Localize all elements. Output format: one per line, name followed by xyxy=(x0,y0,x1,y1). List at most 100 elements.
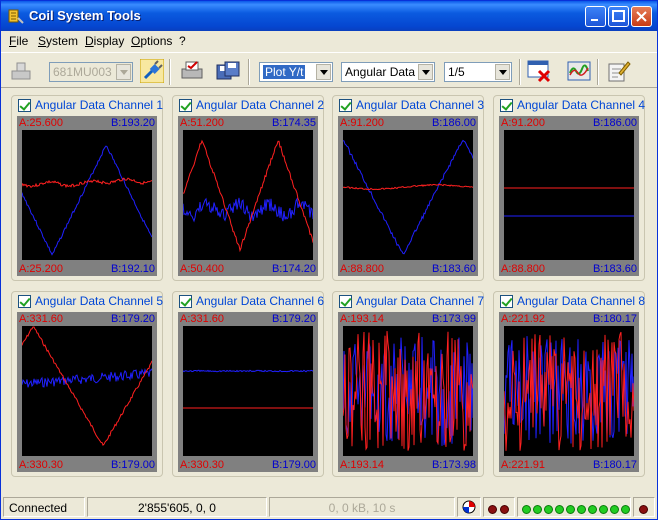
edit-notes-icon[interactable] xyxy=(607,59,631,83)
b-min-label: B:174.20 xyxy=(271,263,316,275)
b-min-label: B:173.98 xyxy=(431,459,476,471)
channel-plot: A:25.600 B:193.20 A:25.200 B:192.10 xyxy=(17,116,157,276)
menu-options[interactable]: Options xyxy=(131,34,172,48)
b-trace-line xyxy=(343,139,473,255)
clear-plot-icon[interactable] xyxy=(527,59,551,83)
device-select[interactable]: 681MU003 xyxy=(49,62,133,82)
channel-enable-checkbox[interactable] xyxy=(339,99,352,112)
pie-status-icon xyxy=(462,500,476,514)
channel-enable-checkbox[interactable] xyxy=(179,295,192,308)
waveform-settings-icon[interactable] xyxy=(567,59,591,83)
menu-help[interactable]: ? xyxy=(179,34,186,48)
channel-title[interactable]: Angular Data Channel 2 xyxy=(196,98,324,112)
menu-display[interactable]: Display xyxy=(85,34,124,48)
a-max-label: A:193.14 xyxy=(340,313,385,325)
b-max-label: B:179.20 xyxy=(271,313,316,325)
transfer-status: 0, 0 kB, 10 s xyxy=(269,497,455,517)
b-min-label: B:179.00 xyxy=(271,459,316,471)
chevron-down-icon xyxy=(316,64,331,80)
a-min-label: A:50.400 xyxy=(180,263,225,275)
led-indicator xyxy=(544,505,553,514)
toolbar-separator xyxy=(169,59,171,85)
channel-panel: Angular Data Channel 3 A:91.200 B:186.00 A:… xyxy=(332,95,484,281)
a-trace-line xyxy=(183,139,313,253)
plot-canvas xyxy=(183,130,313,260)
title-bar[interactable]: Coil System Tools xyxy=(1,1,657,31)
channel-title[interactable]: Angular Data Channel 3 xyxy=(356,98,484,112)
b-trace-line xyxy=(183,369,313,373)
plot-canvas xyxy=(22,130,152,260)
app-icon xyxy=(8,9,24,24)
a-max-label: A:331.60 xyxy=(180,313,225,325)
led-indicator xyxy=(500,505,509,514)
a-min-label: A:193.14 xyxy=(340,459,385,471)
led-indicator xyxy=(621,505,630,514)
b-min-label: B:183.60 xyxy=(431,263,476,275)
sample-counter: 2'855'605, 0, 0 xyxy=(87,497,267,517)
plot-mode-select[interactable]: Plot Y/t xyxy=(259,62,333,82)
error-leds xyxy=(483,497,515,517)
a-max-label: A:91.200 xyxy=(501,117,546,129)
channel-enable-checkbox[interactable] xyxy=(339,295,352,308)
b-trace-line xyxy=(183,197,313,223)
a-min-label: A:88.800 xyxy=(340,263,385,275)
led-indicator xyxy=(488,505,497,514)
led-indicator xyxy=(599,505,608,514)
channel-plot: A:221.92 B:180.17 A:221.91 B:180.17 xyxy=(499,312,639,472)
channel-panel: Angular Data Channel 2 A:51.200 B:174.35 A:… xyxy=(172,95,324,281)
plot-canvas xyxy=(183,326,313,456)
channel-panel: Angular Data Channel 4 A:91.200 B:186.00 A:… xyxy=(493,95,645,281)
plot-canvas xyxy=(343,130,473,260)
a-trace-line xyxy=(22,177,152,189)
toolbar: 681MU003 Plot Y/t Angular Data 1/5 xyxy=(1,52,657,88)
channel-title[interactable]: Angular Data Channel 6 xyxy=(196,294,324,308)
b-min-label: B:192.10 xyxy=(110,263,155,275)
channel-enable-checkbox[interactable] xyxy=(18,99,31,112)
channel-plot: A:331.60 B:179.20 A:330.30 B:179.00 xyxy=(17,312,157,472)
b-max-label: B:186.00 xyxy=(431,117,476,129)
close-button[interactable] xyxy=(631,6,652,27)
menu-system[interactable]: System xyxy=(38,34,78,48)
b-trace-line xyxy=(22,368,152,388)
status-bar: Connected 2'855'605, 0, 0 0, 0 kB, 10 s xyxy=(1,495,657,519)
led-indicator xyxy=(522,505,531,514)
channel-panel: Angular Data Channel 8 A:221.92 B:180.17 A:… xyxy=(493,291,645,477)
menu-file[interactable]: File xyxy=(9,34,28,48)
a-min-label: A:88.800 xyxy=(501,263,546,275)
channel-leds xyxy=(517,497,631,517)
a-max-label: A:25.600 xyxy=(19,117,64,129)
channel-title[interactable]: Angular Data Channel 1 xyxy=(35,98,163,112)
channel-enable-checkbox[interactable] xyxy=(500,295,513,308)
channel-plot: A:51.200 B:174.35 A:50.400 B:174.20 xyxy=(178,116,318,276)
led-indicator xyxy=(533,505,542,514)
b-min-label: B:180.17 xyxy=(592,459,637,471)
a-trace-line xyxy=(22,326,152,446)
chevron-down-icon xyxy=(418,64,433,80)
a-min-label: A:330.30 xyxy=(19,459,64,471)
device-icon[interactable] xyxy=(9,59,33,83)
led-indicator xyxy=(639,505,648,514)
b-max-label: B:179.20 xyxy=(110,313,155,325)
page-select[interactable]: 1/5 xyxy=(444,62,512,82)
maximize-icon xyxy=(612,10,625,22)
b-min-label: B:183.60 xyxy=(592,263,637,275)
b-max-label: B:180.17 xyxy=(592,313,637,325)
printer-icon[interactable] xyxy=(180,59,204,83)
led-indicator xyxy=(588,505,597,514)
channel-title[interactable]: Angular Data Channel 8 xyxy=(517,294,645,308)
save-to-disk-icon[interactable] xyxy=(216,59,240,83)
plot-canvas xyxy=(343,326,473,456)
window-title: Coil System Tools xyxy=(29,8,141,23)
connection-status: Connected xyxy=(3,497,85,517)
close-icon xyxy=(636,11,647,22)
channel-title[interactable]: Angular Data Channel 7 xyxy=(356,294,484,308)
channel-title[interactable]: Angular Data Channel 4 xyxy=(517,98,645,112)
channel-enable-checkbox[interactable] xyxy=(179,99,192,112)
data-type-select[interactable]: Angular Data xyxy=(341,62,435,82)
connect-plug-icon[interactable] xyxy=(140,59,164,83)
channel-title[interactable]: Angular Data Channel 5 xyxy=(35,294,163,308)
channel-enable-checkbox[interactable] xyxy=(500,99,513,112)
channel-enable-checkbox[interactable] xyxy=(18,295,31,308)
minimize-button[interactable] xyxy=(585,6,606,27)
maximize-button[interactable] xyxy=(608,6,629,27)
